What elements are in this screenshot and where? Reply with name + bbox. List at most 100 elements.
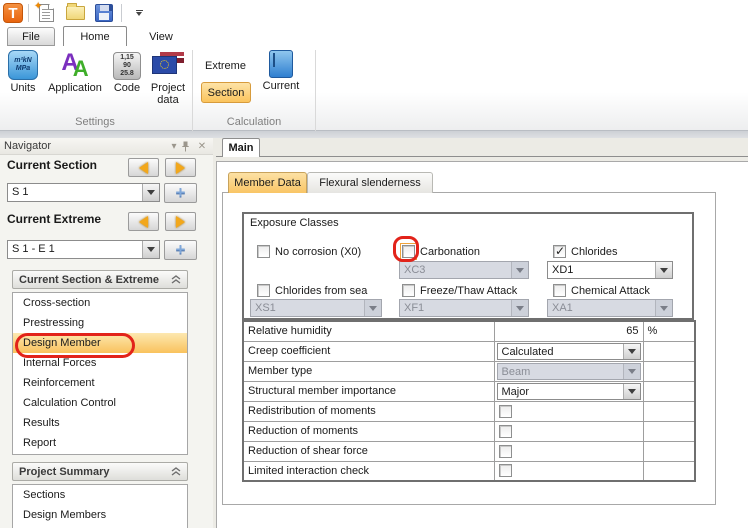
- open-button[interactable]: [63, 2, 87, 24]
- table-row: Reduction of shear force: [243, 441, 695, 461]
- relative-humidity-value[interactable]: 65: [494, 321, 643, 341]
- add-extreme-button[interactable]: +: [164, 240, 197, 260]
- list-item[interactable]: Sections: [13, 485, 187, 505]
- chlorides-class-select[interactable]: XD1: [547, 261, 673, 279]
- property-label: Relative humidity: [243, 321, 494, 341]
- current-extreme-select[interactable]: S 1 - E 1: [7, 240, 160, 259]
- creep-coefficient-select[interactable]: Calculated: [497, 343, 641, 360]
- dropdown-arrow-icon: [655, 300, 672, 316]
- save-button[interactable]: [92, 2, 116, 24]
- group-header-current-section-extreme[interactable]: Current Section & Extreme: [12, 270, 188, 289]
- chemical-attack-class-select[interactable]: XA1: [547, 299, 673, 317]
- application-window: T ✦ File Home View: [0, 0, 748, 528]
- ribbon-area: T ✦ File Home View: [0, 0, 748, 130]
- ribbon-tab-strip: File Home View: [0, 26, 748, 46]
- table-row: Creep coefficient Calculated: [243, 341, 695, 361]
- group-header-project-summary[interactable]: Project Summary: [12, 462, 188, 481]
- table-row: Redistribution of moments: [243, 401, 695, 421]
- dropdown-arrow-icon: [623, 364, 640, 379]
- list-item[interactable]: Reinforcement: [13, 373, 187, 393]
- application-button[interactable]: AA Application: [45, 50, 105, 94]
- list-item[interactable]: Calculation Control: [13, 393, 187, 413]
- project-data-button[interactable]: Project data: [148, 50, 188, 106]
- application-icon: AA: [61, 50, 88, 80]
- tab-file[interactable]: File: [7, 27, 55, 46]
- carbonation-class-select[interactable]: XC3: [399, 261, 529, 279]
- dropdown-arrow-icon: [142, 184, 159, 201]
- right-arrow-icon: [176, 216, 185, 228]
- chlorides-checkbox[interactable]: [553, 245, 566, 258]
- dropdown-arrow-icon: [142, 241, 159, 258]
- list-item[interactable]: Prestressing: [13, 313, 187, 333]
- tab-flexural-slenderness[interactable]: Flexural slenderness: [307, 172, 433, 193]
- property-label: Reduction of moments: [243, 421, 494, 441]
- list-item[interactable]: Internal Forces: [13, 353, 187, 373]
- window-separator: [0, 131, 748, 138]
- group-label-calculation: Calculation: [194, 116, 314, 128]
- code-button[interactable]: 1,159025.8 Code: [108, 50, 146, 94]
- redistribution-of-moments-checkbox[interactable]: [499, 405, 512, 418]
- tab-member-data[interactable]: Member Data: [228, 172, 307, 193]
- limited-interaction-check-checkbox[interactable]: [499, 464, 512, 477]
- no-corrosion-checkbox[interactable]: [257, 245, 270, 258]
- property-label: Redistribution of moments: [243, 401, 494, 421]
- tabstrip-border: [216, 156, 748, 157]
- pin-icon[interactable]: [181, 141, 195, 152]
- dropdown-arrow-icon: [655, 262, 672, 278]
- current-section-select[interactable]: S 1: [7, 183, 160, 202]
- reduction-of-moments-checkbox[interactable]: [499, 425, 512, 438]
- extreme-label: Extreme: [205, 60, 246, 72]
- no-corrosion-check-row: No corrosion (X0): [257, 245, 361, 258]
- new-document-button[interactable]: ✦: [34, 2, 58, 24]
- member-type-select[interactable]: Beam: [497, 363, 641, 380]
- next-extreme-button[interactable]: [165, 212, 196, 231]
- freeze-thaw-checkbox[interactable]: [402, 284, 415, 297]
- current-button[interactable]: Current: [252, 50, 310, 92]
- freeze-thaw-class-select[interactable]: XF1: [399, 299, 529, 317]
- property-label: Reduction of shear force: [243, 441, 494, 461]
- chemical-attack-check-row: Chemical Attack: [553, 284, 650, 297]
- dropdown-arrow-icon: [364, 300, 381, 316]
- toolbar-overflow-button[interactable]: [127, 2, 151, 24]
- list-item[interactable]: Results: [13, 413, 187, 433]
- list-item-design-member[interactable]: Design Member: [13, 333, 187, 353]
- list-item[interactable]: Design Members: [13, 505, 187, 525]
- tab-home[interactable]: Home: [63, 26, 127, 46]
- panel-menu-icon[interactable]: ▾: [167, 141, 181, 152]
- chlorides-check-row: Chlorides: [553, 245, 617, 258]
- section-button[interactable]: Section: [201, 82, 251, 103]
- ribbon-body: m²kNMPa Units AA Application 1,159025.8 …: [0, 46, 748, 131]
- list-item[interactable]: Cross-section: [13, 293, 187, 313]
- member-importance-select[interactable]: Major: [497, 383, 641, 400]
- carbonation-checkbox[interactable]: [402, 245, 415, 258]
- plus-icon: +: [176, 243, 186, 257]
- next-section-button[interactable]: [165, 158, 196, 177]
- table-row: Relative humidity 65 %: [243, 321, 695, 341]
- list-item[interactable]: Report: [13, 433, 187, 453]
- navigator-panel: Navigator ▾ ✕ Current Section S 1 + Curr…: [0, 138, 213, 528]
- quick-access-toolbar: T ✦: [0, 0, 748, 26]
- units-button[interactable]: m²kNMPa Units: [3, 50, 43, 94]
- current-section-label: Current Section: [7, 158, 97, 172]
- tab-view[interactable]: View: [137, 27, 185, 46]
- previous-extreme-button[interactable]: [128, 212, 159, 231]
- tab-main[interactable]: Main: [222, 138, 260, 157]
- chlorides-sea-class-select[interactable]: XS1: [250, 299, 382, 317]
- member-properties-table: Relative humidity 65 % Creep coefficient…: [242, 320, 696, 482]
- previous-section-button[interactable]: [128, 158, 159, 177]
- calculator-icon: [269, 50, 293, 78]
- add-section-button[interactable]: +: [164, 183, 197, 203]
- close-icon[interactable]: ✕: [195, 141, 209, 152]
- property-label: Member type: [243, 361, 494, 381]
- chlorides-from-sea-checkbox[interactable]: [257, 284, 270, 297]
- divider: [28, 4, 29, 22]
- app-logo-icon[interactable]: T: [3, 3, 23, 23]
- property-label: Creep coefficient: [243, 341, 494, 361]
- left-arrow-icon: [139, 162, 148, 174]
- table-row: Reduction of moments: [243, 421, 695, 441]
- chemical-attack-checkbox[interactable]: [553, 284, 566, 297]
- reduction-of-shear-force-checkbox[interactable]: [499, 445, 512, 458]
- exposure-classes-groupbox: Exposure Classes No corrosion (X0) Carbo…: [242, 212, 694, 320]
- star-icon: ✦: [34, 1, 42, 12]
- collapse-icon: [171, 467, 181, 476]
